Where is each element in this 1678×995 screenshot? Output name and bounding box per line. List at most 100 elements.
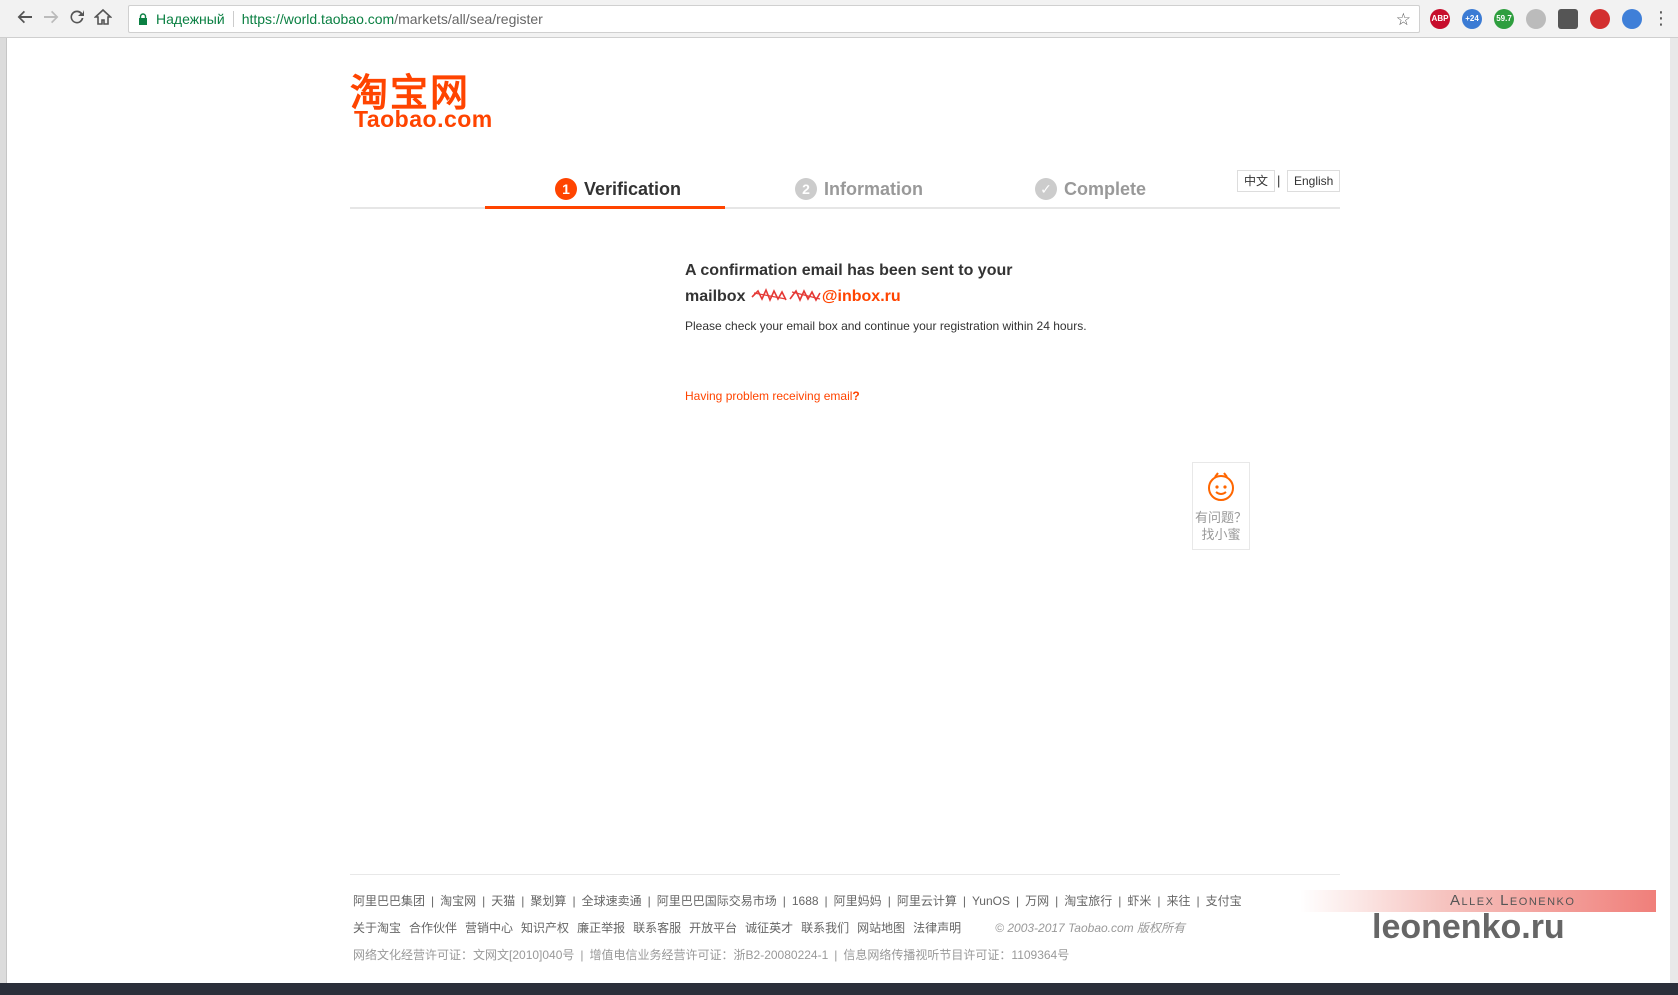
footer-link[interactable]: 阿里云计算: [897, 894, 957, 908]
footer-link[interactable]: 天猫: [491, 894, 515, 908]
lang-separator: |: [1277, 173, 1281, 188]
footer-separator: |: [824, 894, 828, 908]
url-host: https://world.taobao.com: [241, 11, 395, 27]
footer-link[interactable]: 阿里巴巴国际交易市场: [657, 894, 777, 908]
footer-separator: |: [887, 894, 891, 908]
footer-link[interactable]: 阿里巴巴集团: [353, 894, 425, 908]
email-problem-link[interactable]: Having problem receiving email?: [685, 389, 860, 403]
address-bar[interactable]: Надежный https://world.taobao.com/market…: [128, 5, 1420, 33]
license-text[interactable]: 文网文[2010]040号: [473, 948, 574, 962]
footer-link[interactable]: 支付宝: [1206, 894, 1242, 908]
footer-separator: |: [572, 894, 576, 908]
active-step-underline: [485, 206, 725, 209]
footer-link[interactable]: 聚划算: [530, 894, 566, 908]
blue-circle-extension-icon[interactable]: [1622, 9, 1642, 29]
footer-link[interactable]: 合作伙伴: [409, 921, 457, 935]
url-path: /markets/all/sea/register: [394, 11, 543, 27]
footer-licenses: 网络文化经营许可证：文网文[2010]040号 | 增值电信业务经营许可证：浙B2-…: [353, 946, 1069, 963]
footer-link[interactable]: 淘宝旅行: [1064, 894, 1112, 908]
footer-link[interactable]: 1688: [792, 894, 819, 908]
footer-link[interactable]: 关于淘宝: [353, 921, 401, 935]
step-number-2: 2: [795, 178, 817, 200]
step-label-information: Information: [824, 178, 923, 199]
footer-link[interactable]: 来往: [1167, 894, 1191, 908]
red-circle-extension-icon[interactable]: [1590, 9, 1610, 29]
footer-link[interactable]: 开放平台: [689, 921, 737, 935]
copyright-notice: © 2003-2017 Taobao.com 版权所有: [995, 921, 1186, 935]
step-information: 2 Information: [795, 171, 923, 207]
footer-separator: |: [580, 948, 584, 962]
footer-link[interactable]: 阿里妈妈: [834, 894, 882, 908]
assistant-face-icon: [1208, 472, 1234, 501]
help-line1: 有问题？: [1194, 510, 1247, 525]
home-icon[interactable]: [92, 8, 114, 30]
adblock-plus-icon[interactable]: ABP: [1430, 9, 1450, 29]
secure-label: Надежный: [156, 11, 225, 27]
footer-separator: |: [521, 894, 525, 908]
watermark-author: Allex Leonenko: [1450, 892, 1576, 909]
bookmark-star-icon[interactable]: ☆: [1396, 10, 1411, 30]
watermark-site: leonenko.ru: [1372, 908, 1565, 946]
footer-separator: |: [1118, 894, 1122, 908]
lang-chinese-button[interactable]: 中文: [1237, 170, 1276, 192]
footer-link[interactable]: 联系我们: [801, 921, 849, 935]
footer-link[interactable]: 淘宝网: [440, 894, 476, 908]
footer-divider: [350, 874, 1340, 875]
omnibox-divider: [232, 11, 234, 27]
footer-link[interactable]: 网站地图: [857, 921, 905, 935]
license-text: 网络文化经营许可证：: [353, 948, 474, 962]
footer-about-links: 关于淘宝 合作伙伴 营销中心 知识产权 廉正举报 联系客服 开放平台 诚征英才 联系我们 网站地图…: [353, 919, 1185, 936]
help-line2: 找小蜜: [1201, 527, 1241, 542]
footer-link[interactable]: 全球速卖通: [582, 894, 642, 908]
shield-extension-icon[interactable]: [1558, 9, 1578, 29]
footer-separator: |: [1157, 894, 1161, 908]
step-label-complete: Complete: [1064, 178, 1147, 199]
footer-link[interactable]: YunOS: [972, 894, 1010, 908]
window-left-edge: [0, 38, 7, 995]
footer-separator: |: [1196, 894, 1200, 908]
checkmark-icon: ✓: [1035, 178, 1057, 200]
email-problem-text: Having problem receiving email: [685, 389, 853, 403]
footer-link[interactable]: 万网: [1025, 894, 1049, 908]
taskbar-strip: [0, 983, 1678, 995]
help-assistant-widget[interactable]: 有问题？ 找小蜜: [1192, 462, 1250, 550]
footer-separator: |: [834, 948, 838, 962]
browser-toolbar: Надежный https://world.taobao.com/market…: [0, 0, 1678, 38]
back-arrow-icon[interactable]: [14, 8, 36, 30]
step-label-verification: Verification: [584, 178, 682, 199]
window-right-edge: [1670, 38, 1678, 995]
cloud-extension-icon[interactable]: +24: [1462, 9, 1482, 29]
confirmation-line1: A confirmation email has been sent to yo…: [685, 262, 1013, 279]
reload-icon[interactable]: [66, 8, 88, 30]
confirmation-line2: mailbox: [685, 288, 746, 305]
footer-link[interactable]: 知识产权: [521, 921, 569, 935]
footer-separator: |: [1015, 894, 1020, 908]
license-text: 信息网络传播视听节目许可证：1109364号: [843, 948, 1070, 962]
cursor-extension-icon[interactable]: [1526, 9, 1546, 29]
footer-link[interactable]: 联系客服: [633, 921, 681, 935]
redacted-email-scribble: [751, 287, 821, 303]
footer-separator: |: [782, 894, 786, 908]
license-text: 增值电信业务经营许可证：浙B2-20080224-1: [589, 948, 829, 962]
footer-separator: |: [647, 894, 651, 908]
email-problem-mark: ?: [852, 389, 860, 403]
step-verification: 1 Verification: [555, 171, 681, 207]
email-domain: @inbox.ru: [821, 288, 901, 305]
step-number-1: 1: [555, 178, 577, 200]
footer-separator: |: [431, 894, 435, 908]
footer-link[interactable]: 诚征英才: [745, 921, 793, 935]
footer-partner-links: 阿里巴巴集团 | 淘宝网 | 天猫 | 聚划算 | 全球速卖通 | 阿里巴巴国际交易市场 | 1688 |…: [353, 892, 1242, 909]
green-extension-icon[interactable]: 59.7: [1494, 9, 1514, 29]
lang-english-button[interactable]: English: [1287, 170, 1341, 192]
browser-menu-icon[interactable]: ⋮: [1652, 8, 1670, 28]
footer-link[interactable]: 营销中心: [465, 921, 513, 935]
footer-link[interactable]: 虾米: [1127, 894, 1151, 908]
footer-separator: |: [1055, 894, 1059, 908]
step-complete: ✓ Complete: [1035, 171, 1146, 207]
taobao-logo-english[interactable]: Taobao.com: [354, 106, 493, 133]
footer-separator: |: [962, 894, 966, 908]
forward-arrow-icon[interactable]: [40, 8, 62, 30]
footer-link[interactable]: 廉正举报: [577, 921, 625, 935]
footer-separator: |: [482, 894, 486, 908]
footer-link[interactable]: 法律声明: [913, 921, 961, 935]
